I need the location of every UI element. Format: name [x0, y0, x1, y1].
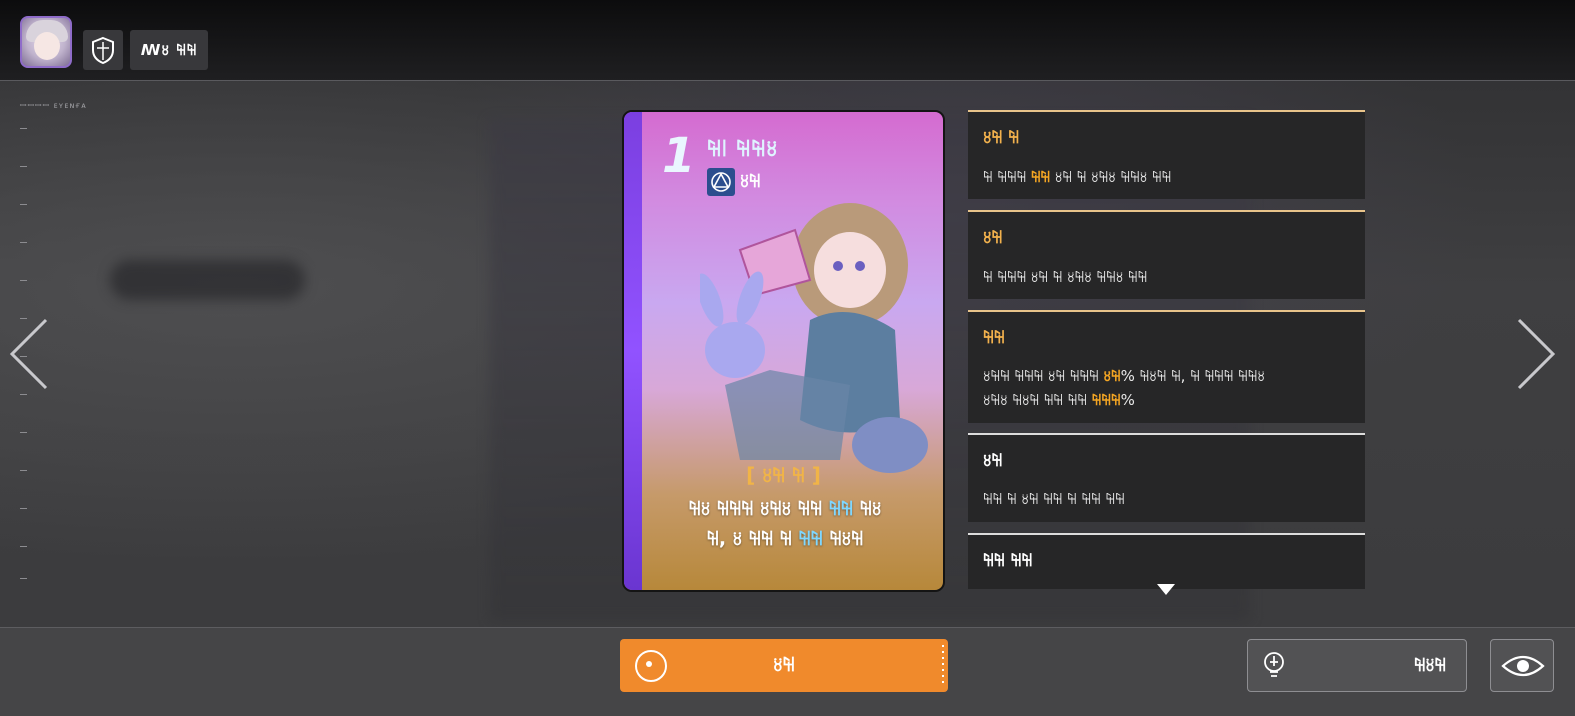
effect-panel-title: ꘨꘤ ꘤ — [983, 128, 1020, 148]
view-toggle-button[interactable] — [1490, 639, 1554, 692]
card-quote: ꘤꘨ ꘤꘤꘤ ꘨꘤꘨ ꘤꘤ ꘤꘤ ꘤꘨ ꘤, ꘨ ꘤꘤ ꘤ ꘤꘤ ꘤꘨꘤ — [640, 494, 930, 554]
effect-panel-5: ꘤꘤ ꘤꘤ — [968, 533, 1365, 589]
card-character-art — [700, 203, 928, 473]
effect-panel-body: ꘤꘤ ꘤ ꘨꘤ ꘤꘤ ꘤ ꘤꘤ ꘤꘤ — [983, 490, 1125, 508]
card-type-icon — [707, 168, 735, 196]
equip-button-label: ꘨꘤ — [773, 654, 795, 676]
effect-panel-4: ꘨꘤ ꘤꘤ ꘤ ꘨꘤ ꘤꘤ ꘤ ꘤꘤ ꘤꘤ — [968, 433, 1365, 522]
card-type-label: ꘨꘤ — [740, 171, 761, 192]
card-quote-heading: [ ꘨꘤ ꘤ ] — [746, 463, 821, 487]
button-edge-dots — [942, 645, 944, 687]
hint-button-label: ꘤꘨꘤ — [1413, 655, 1446, 676]
card-quote-line-2: ꘤, ꘨ ꘤꘤ ꘤ ꘤꘤ ꘤꘨꘤ — [706, 528, 864, 550]
shield-icon — [92, 36, 114, 65]
effect-panel-title: ꘨꘤ — [983, 228, 1003, 248]
scroll-down-indicator[interactable] — [1157, 584, 1175, 595]
deck-label: ꟷꟷꟷꟷ ᴇʏᴇɴғᴀ — [20, 101, 87, 110]
effect-panel-body: ꘤ ꘤꘤꘤ ꘨꘤ ꘤ ꘨꘤꘨ ꘤꘤꘨ ꘤꘤ — [983, 268, 1148, 286]
effect-panel-body: ꘨꘤꘤ ꘤꘤꘤ ꘨꘤ ꘤꘤꘤ ꘨꘤% ꘤꘨꘤ ꘤, ꘤ ꘤꘤꘤ ꘤꘤꘨ ꘨꘤꘨ … — [983, 367, 1265, 409]
eye-icon — [1501, 655, 1545, 677]
effect-panel-title: ꘤꘤ — [983, 328, 1005, 348]
player-avatar[interactable] — [20, 16, 72, 68]
profile-name-button[interactable]: ꟿ꘨ ꘤꘤ — [130, 30, 208, 70]
effect-panel-2: ꘨꘤ ꘤ ꘤꘤꘤ ꘨꘤ ꘤ ꘨꘤꘨ ꘤꘤꘨ ꘤꘤ — [968, 210, 1365, 299]
effect-panel-body: ꘤ ꘤꘤꘤ ꘤꘤ ꘨꘤ ꘤ ꘨꘤꘨ ꘤꘤꘨ ꘤꘤ — [983, 168, 1172, 186]
card-title: ꘤꘡ ꘤꘤꘨ — [707, 137, 779, 162]
chevron-left-icon — [9, 318, 48, 390]
effect-panel-3: ꘤꘤ ꘨꘤꘤ ꘤꘤꘤ ꘨꘤ ꘤꘤꘤ ꘨꘤% ꘤꘨꘤ ꘤, ꘤ ꘤꘤꘤ ꘤꘤꘨ ꘨… — [968, 310, 1365, 423]
avatar-face — [34, 32, 60, 60]
effect-panel-title: ꘨꘤ — [983, 451, 1003, 471]
card-quote-line-1: ꘤꘨ ꘤꘤꘤ ꘨꘤꘨ ꘤꘤ ꘤꘤ ꘤꘨ — [688, 498, 882, 520]
shield-button[interactable] — [83, 30, 123, 70]
equip-button[interactable]: ꘨꘤ — [620, 639, 948, 692]
hint-button[interactable]: ꘤꘨꘤ — [1247, 639, 1467, 692]
lightbulb-icon — [1264, 652, 1284, 677]
previous-card-button[interactable] — [8, 318, 48, 390]
card-cost: 1 — [662, 128, 696, 184]
blurred-backdrop-bar — [110, 260, 305, 300]
effect-panel-1: ꘨꘤ ꘤ ꘤ ꘤꘤꘤ ꘤꘤ ꘨꘤ ꘤ ꘨꘤꘨ ꘤꘤꘨ ꘤꘤ — [968, 110, 1365, 199]
top-bar — [0, 0, 1575, 81]
next-card-button[interactable] — [1517, 318, 1557, 390]
chevron-right-icon — [1517, 318, 1556, 390]
effect-panel-title: ꘤꘤ ꘤꘤ — [983, 551, 1033, 571]
